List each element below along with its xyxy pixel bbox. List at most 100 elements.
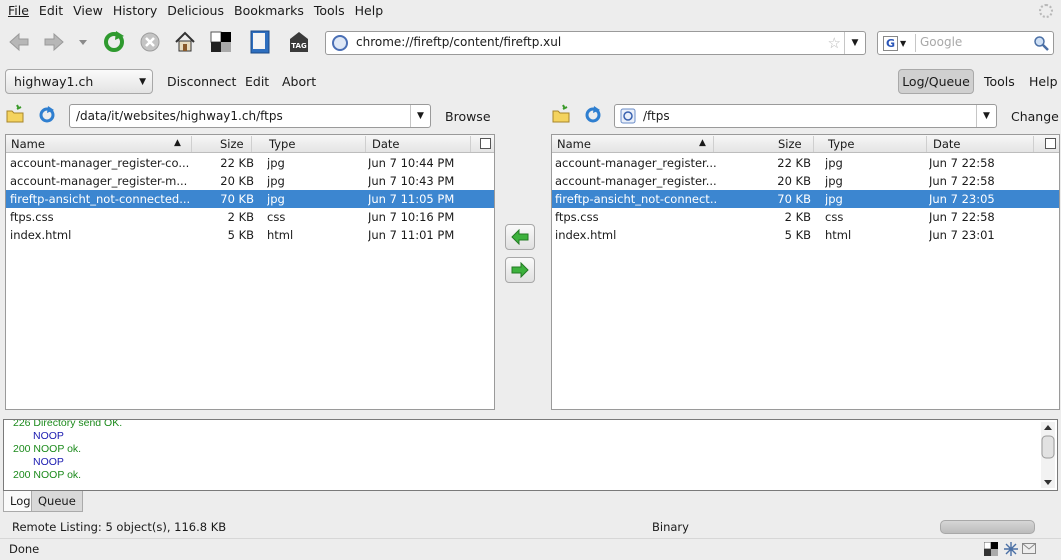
chevron-down-icon: ▼ [983,111,990,121]
local-new-folder-button[interactable] [5,103,25,125]
remote-refresh-button[interactable] [583,103,603,125]
url-dropdown-button[interactable]: ▼ [844,32,865,54]
tab-queue[interactable]: Queue [31,491,83,512]
file-type: css [267,210,286,224]
reload-button[interactable] [100,28,128,56]
file-type: jpg [825,174,843,188]
search-icon[interactable] [1033,35,1049,51]
menu-edit[interactable]: Edit [35,0,67,22]
column-picker-icon[interactable] [480,138,491,149]
tools-label: Tools [984,73,1015,89]
file-size: 22 KB [777,156,811,170]
column-date[interactable]: Date [928,136,1034,152]
arrow-right-icon [511,262,529,278]
history-dropdown-button[interactable] [73,28,93,56]
scroll-thumb[interactable] [1041,435,1055,459]
snowflake-icon[interactable] [1004,542,1018,556]
search-input[interactable]: Google [920,35,962,49]
column-name[interactable]: Name [552,136,714,152]
search-bar[interactable]: G ▼ Google [877,31,1054,55]
table-row[interactable]: account-manager_register... 22 KB jpg Jun 7… [552,154,1059,172]
change-button[interactable]: Change [1011,104,1059,128]
disconnect-button[interactable]: Disconnect [167,69,236,93]
local-refresh-button[interactable] [37,103,57,125]
column-type[interactable]: Type [823,136,927,152]
local-path-input[interactable]: /data/it/websites/highway1.ch/ftps [76,109,283,123]
mail-icon[interactable] [1022,543,1036,554]
home-button[interactable] [171,28,199,56]
column-date[interactable]: Date [367,136,471,152]
browser-status-bar: Done [0,538,1061,560]
edit-button[interactable]: Edit [245,69,269,93]
help-button[interactable]: Help [1029,69,1058,93]
table-row[interactable]: account-manager_register-m... 20 KB jpg Jun… [6,172,494,190]
table-row[interactable]: index.html 5 KB html Jun 7 11:01 PM [6,226,494,244]
file-size: 5 KB [784,228,811,242]
stop-icon [140,32,160,52]
local-file-list[interactable]: Name ▲ Size Type Date account-manager_re… [5,134,495,410]
log-response: 226 Directory send OK. [13,419,123,429]
menu-history[interactable]: History [109,0,161,22]
column-picker-icon[interactable] [1045,138,1056,149]
site-identity-icon[interactable] [332,35,348,51]
file-date: Jun 7 22:58 [929,156,995,170]
delicious-button[interactable] [207,28,235,56]
file-size: 2 KB [784,210,811,224]
browse-button[interactable]: Browse [445,104,491,128]
menu-file[interactable]: File [4,0,33,22]
back-button[interactable] [5,28,33,56]
remote-list-header: Name ▲ Size Type Date [552,135,1059,153]
column-size[interactable]: Size [192,136,252,152]
log-panel[interactable]: 226 Directory send OK. NOOP 200 NOOP ok. NO… [3,419,1058,491]
column-name[interactable]: Name [6,136,192,152]
account-select[interactable]: highway1.ch ▼ [5,69,153,94]
search-engine-selector[interactable]: G ▼ [880,34,916,52]
table-row[interactable]: account-manager_register... 20 KB jpg Jun 7… [552,172,1059,190]
account-select-value: highway1.ch [14,74,94,89]
stop-button[interactable] [136,28,164,56]
refresh-icon [585,106,601,123]
table-row[interactable]: index.html 5 KB html Jun 7 23:01 [552,226,1059,244]
remote-path-dropdown[interactable]: ▼ [976,105,996,127]
remote-path-field[interactable]: /ftps ▼ [614,104,997,128]
bookmark-star-icon[interactable]: ☆ [828,34,841,52]
remote-new-folder-button[interactable] [551,103,571,125]
table-row[interactable]: ftps.css 2 KB css Jun 7 10:16 PM [6,208,494,226]
upload-button[interactable] [505,257,535,283]
menu-delicious[interactable]: Delicious [163,0,228,22]
local-path-dropdown[interactable]: ▼ [410,105,430,127]
file-name: fireftp-ansicht_not-connected... [10,192,190,206]
arrow-left-icon [511,229,529,245]
url-bar[interactable]: chrome://fireftp/content/fireftp.xul ☆ ▼ [325,31,866,55]
tools-button[interactable]: Tools [984,69,1015,93]
menu-view[interactable]: View [69,0,107,22]
bookmark-button[interactable] [246,28,274,56]
column-type[interactable]: Type [264,136,366,152]
file-type: jpg [267,192,285,206]
abort-button[interactable]: Abort [282,69,316,93]
file-type: jpg [825,192,843,206]
menu-help[interactable]: Help [351,0,388,22]
column-size[interactable]: Size [714,136,814,152]
log-queue-button[interactable]: Log/Queue [898,69,974,94]
table-row[interactable]: account-manager_register-co... 22 KB jpg Ju… [6,154,494,172]
table-row[interactable]: fireftp-ansicht_not-connect... 70 KB jpg Ju… [552,190,1059,208]
download-button[interactable] [505,224,535,250]
help-label: Help [1029,73,1058,89]
file-size: 5 KB [227,228,254,242]
table-row[interactable]: fireftp-ansicht_not-connected... 70 KB jpg… [6,190,494,208]
remote-path-input[interactable]: /ftps [643,109,670,123]
menu-bookmarks[interactable]: Bookmarks [230,0,308,22]
forward-button[interactable] [40,28,68,56]
delicious-icon[interactable] [984,542,998,556]
log-scrollbar[interactable] [1041,422,1055,488]
file-date: Jun 7 11:05 PM [368,192,455,206]
url-input[interactable]: chrome://fireftp/content/fireftp.xul [356,35,561,49]
local-path-field[interactable]: /data/it/websites/highway1.ch/ftps ▼ [69,104,431,128]
chevron-down-icon: ▼ [851,38,859,48]
table-row[interactable]: ftps.css 2 KB css Jun 7 22:58 [552,208,1059,226]
disconnect-label: Disconnect [167,73,237,89]
menu-tools[interactable]: Tools [310,0,349,22]
remote-file-list[interactable]: Name ▲ Size Type Date account-manager_re… [551,134,1060,410]
tag-button[interactable]: TAG [285,28,313,56]
